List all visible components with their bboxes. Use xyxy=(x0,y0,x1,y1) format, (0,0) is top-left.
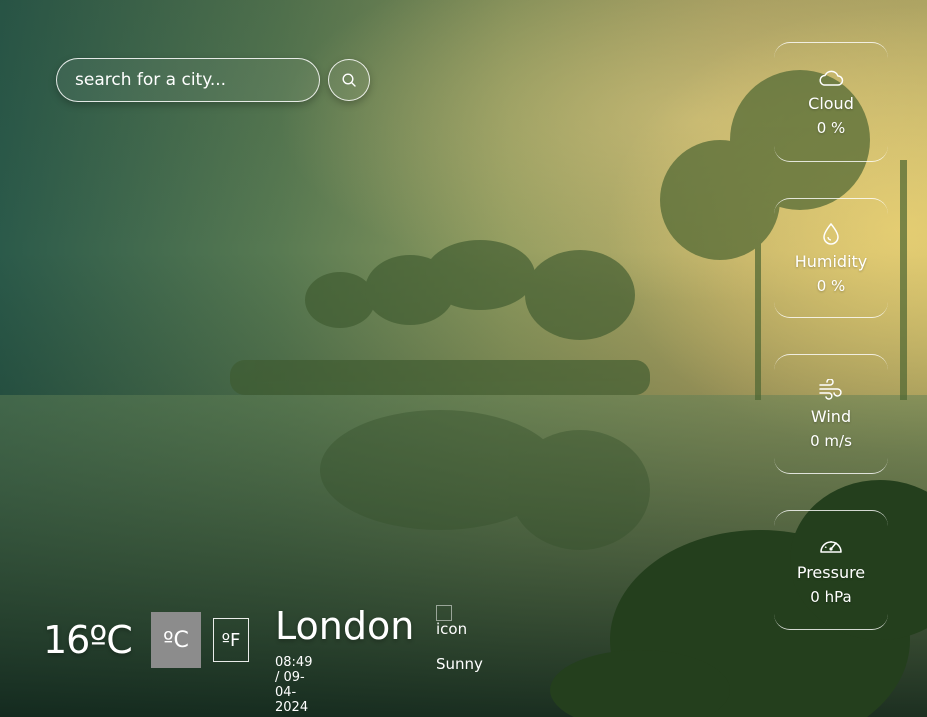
broken-image-icon xyxy=(436,604,452,621)
search-bar xyxy=(56,58,370,102)
stat-label: Cloud xyxy=(808,93,854,113)
weather-icon-alt-text: icon xyxy=(436,620,468,638)
stat-pressure: Pressure 0 hPa xyxy=(774,510,888,630)
search-icon xyxy=(342,73,356,87)
weather-icon: icon xyxy=(436,604,467,638)
gauge-icon xyxy=(820,540,842,553)
celsius-button[interactable]: ºC xyxy=(151,612,201,668)
stat-value: 0 % xyxy=(816,118,846,137)
city-name: London xyxy=(275,604,415,648)
weather-stats-panel: Cloud 0 % Humidity 0 % Wind 0 m/s Pressu… xyxy=(774,42,888,666)
stat-cloud: Cloud 0 % xyxy=(774,42,888,162)
stat-value: 0 hPa xyxy=(810,587,852,606)
stat-wind: Wind 0 m/s xyxy=(774,354,888,474)
island-trees xyxy=(230,240,650,395)
tree-reflection xyxy=(320,410,650,550)
droplet-icon xyxy=(823,222,839,245)
stat-label: Wind xyxy=(810,406,852,426)
wind-icon xyxy=(819,378,842,400)
date-time: 08:49 / 09-04-2024 xyxy=(275,655,313,715)
stat-label: Humidity xyxy=(794,251,868,271)
stat-humidity: Humidity 0 % xyxy=(774,198,888,318)
stat-label: Pressure xyxy=(796,562,866,582)
search-input[interactable] xyxy=(56,58,320,102)
stat-value: 0 % xyxy=(816,276,846,295)
fahrenheit-button[interactable]: ºF xyxy=(213,618,249,662)
weather-condition: Sunny xyxy=(436,655,483,673)
stat-value: 0 m/s xyxy=(810,431,852,450)
temperature: 16ºC xyxy=(43,618,133,662)
search-button[interactable] xyxy=(328,59,370,101)
cloud-icon xyxy=(819,70,844,86)
